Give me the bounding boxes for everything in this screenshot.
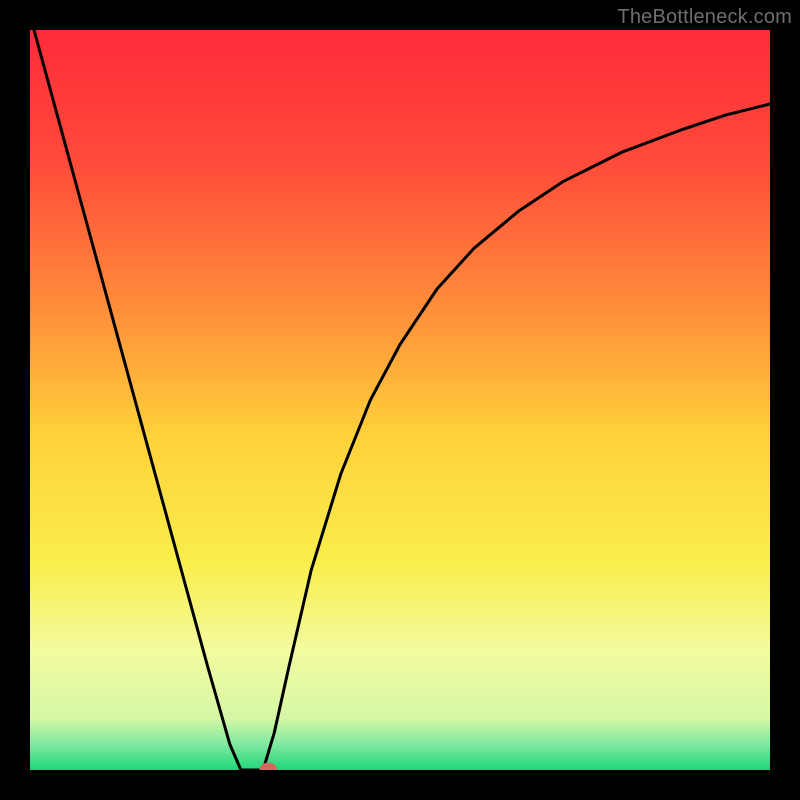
watermark-text: TheBottleneck.com	[617, 6, 792, 29]
chart-frame: TheBottleneck.com	[0, 0, 800, 800]
chart-svg	[30, 30, 770, 770]
gradient-background	[30, 30, 770, 770]
plot-area	[30, 30, 770, 770]
